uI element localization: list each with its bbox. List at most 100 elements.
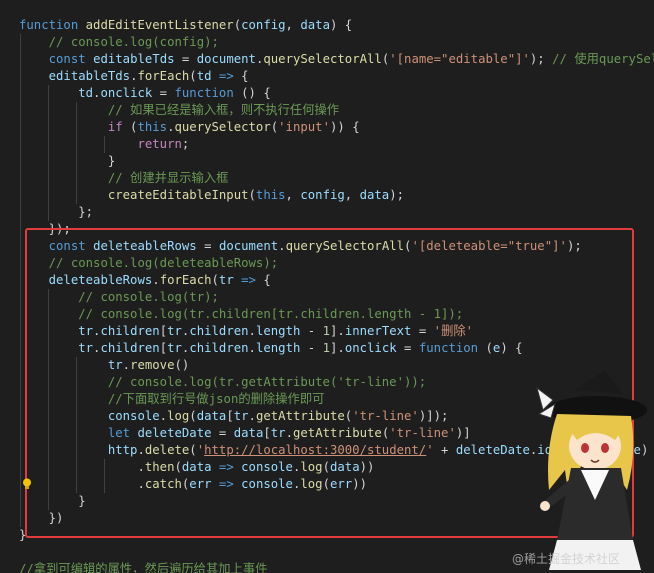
code-line-text: let deleteDate = data[tr.getAttribute('t… (107, 426, 471, 440)
indent-guide (76, 459, 77, 476)
indent-guide (76, 442, 77, 459)
indent-guide (20, 221, 21, 238)
indent-guide (20, 85, 21, 102)
code-line[interactable]: tr.children[tr.children.length - 1].inne… (19, 323, 654, 340)
indent-guide (20, 374, 21, 391)
indent-guide (20, 510, 21, 527)
code-line-text: console.log(data[tr.getAttribute('tr-lin… (107, 409, 449, 423)
code-line[interactable]: // 创建并显示输入框 (19, 170, 654, 187)
code-line[interactable]: // 如果已经是输入框，则不执行任何操作 (19, 102, 654, 119)
code-line[interactable]: return; (19, 136, 654, 153)
indent-guide (104, 136, 105, 153)
indent-guide (48, 493, 49, 510)
indent-guide (20, 34, 21, 51)
code-line[interactable]: // console.log(deleteableRows); (19, 255, 654, 272)
indent-guide (20, 408, 21, 425)
code-line[interactable]: const editableTds = document.querySelect… (19, 51, 654, 68)
code-line-text: }) (19, 511, 64, 525)
code-line-text: //下面取到行号做json的删除操作即可 (107, 392, 325, 406)
code-line[interactable]: tr.children[tr.children.length - 1].oncl… (19, 340, 654, 357)
code-line-text: //拿到可编辑的属性，然后遍历给其加上事件 (19, 562, 268, 573)
code-line-text: if (this.querySelector('input')) { (107, 120, 360, 134)
indent-guide (48, 340, 49, 357)
indent-guide (48, 153, 49, 170)
code-line[interactable]: td.onclick = function () { (19, 85, 654, 102)
indent-guide (48, 204, 49, 221)
watermark-label: @稀土掘金技术社区 (512, 552, 621, 566)
code-editor[interactable]: function addEditEventListener(config, da… (0, 0, 654, 573)
indent-guide (48, 323, 49, 340)
code-line[interactable]: function addEditEventListener(config, da… (19, 17, 654, 34)
indent-guide (76, 136, 77, 153)
code-line-text: } (19, 494, 86, 508)
code-line[interactable]: // console.log(tr.children[tr.children.l… (19, 306, 654, 323)
indent-guide (20, 272, 21, 289)
indent-guide (20, 68, 21, 85)
indent-guide (76, 408, 77, 425)
indent-guide (20, 323, 21, 340)
indent-guide (48, 119, 49, 136)
code-line-text: const deleteableRows = document.querySel… (48, 239, 582, 253)
code-line[interactable]: deleteableRows.forEach(tr => { (19, 272, 654, 289)
indent-guide (20, 119, 21, 136)
indent-guide (20, 391, 21, 408)
indent-guide (104, 459, 105, 476)
code-line-text: .catch(err => console.log(err)) (19, 477, 368, 491)
code-line[interactable]: createEditableInput(this, config, data); (19, 187, 654, 204)
indent-guide (104, 476, 105, 493)
indent-guide (76, 425, 77, 442)
code-line[interactable]: }); (19, 221, 654, 238)
indent-guide (20, 51, 21, 68)
indent-guide (20, 357, 21, 374)
indent-guide (20, 493, 21, 510)
anime-mascot-sticker (536, 370, 647, 570)
code-line-text: // console.log(tr.children[tr.children.l… (78, 307, 464, 321)
code-line-text: deleteableRows.forEach(tr => { (48, 273, 271, 287)
indent-guide (20, 136, 21, 153)
indent-guide (20, 289, 21, 306)
indent-guide (20, 306, 21, 323)
code-line[interactable]: // console.log(config); (19, 34, 654, 51)
code-line-text: }); (19, 222, 71, 236)
indent-guide (76, 391, 77, 408)
indent-guide (76, 153, 77, 170)
indent-guide (20, 340, 21, 357)
indent-guide (20, 476, 21, 493)
code-line-text: // console.log(config); (48, 35, 219, 49)
indent-guide (48, 187, 49, 204)
code-line-text: } (19, 528, 27, 542)
indent-guide (48, 85, 49, 102)
indent-guide (48, 306, 49, 323)
code-line-text: .then(data => console.log(data)) (19, 460, 375, 474)
code-line-text: const editableTds = document.querySelect… (48, 52, 654, 66)
code-line-text: function addEditEventListener(config, da… (19, 18, 353, 32)
indent-guide (20, 425, 21, 442)
indent-guide (20, 187, 21, 204)
code-line[interactable]: } (19, 153, 654, 170)
indent-guide (76, 476, 77, 493)
indent-guide (20, 102, 21, 119)
indent-guide (48, 102, 49, 119)
code-line[interactable]: editableTds.forEach(td => { (19, 68, 654, 85)
lightbulb-icon[interactable] (22, 478, 32, 490)
indent-guide (76, 187, 77, 204)
indent-guide (76, 170, 77, 187)
indent-guide (20, 153, 21, 170)
code-line[interactable]: if (this.querySelector('input')) { (19, 119, 654, 136)
code-line-text: tr.children[tr.children.length - 1].inne… (78, 324, 474, 338)
code-line-text: tr.children[tr.children.length - 1].oncl… (78, 341, 523, 355)
code-line-text: } (19, 154, 116, 168)
code-line-text: editableTds.forEach(td => { (48, 69, 249, 83)
indent-guide (48, 374, 49, 391)
indent-guide (48, 459, 49, 476)
code-line[interactable]: }; (19, 204, 654, 221)
code-line-text: // 如果已经是输入框，则不执行任何操作 (107, 103, 340, 117)
code-line-text: // console.log(tr.getAttribute('tr-line'… (107, 375, 427, 389)
indent-guide (20, 204, 21, 221)
code-line[interactable]: // console.log(tr); (19, 289, 654, 306)
indent-guide (20, 255, 21, 272)
code-line-text: }; (19, 205, 94, 219)
code-line[interactable]: const deleteableRows = document.querySel… (19, 238, 654, 255)
indent-guide (48, 289, 49, 306)
code-line-text: // 创建并显示输入框 (107, 171, 229, 185)
